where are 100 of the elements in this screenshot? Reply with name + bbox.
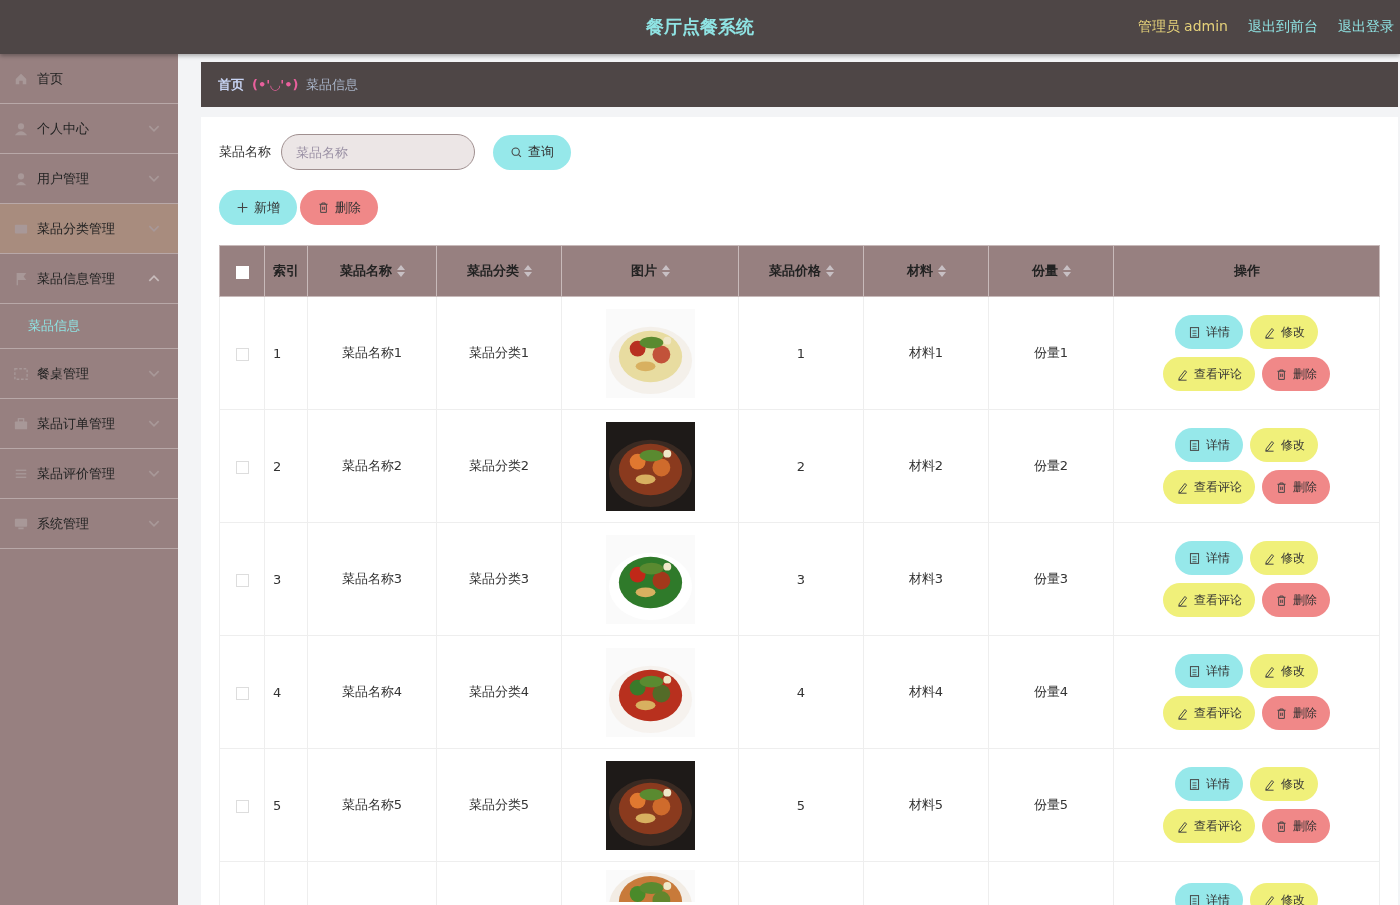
pencil-icon bbox=[1263, 438, 1276, 452]
column-title: 菜品价格 bbox=[768, 262, 821, 280]
detail-button[interactable]: 详情 bbox=[1175, 654, 1243, 688]
user-label: 管理员 admin bbox=[1137, 18, 1228, 36]
row-checkbox[interactable] bbox=[235, 573, 249, 587]
select-all-checkbox[interactable] bbox=[235, 265, 249, 279]
breadcrumb-current: 菜品信息 bbox=[306, 75, 359, 94]
document-icon bbox=[1188, 777, 1201, 791]
detail-button[interactable]: 详情 bbox=[1175, 315, 1243, 349]
sort-icon[interactable] bbox=[661, 265, 670, 277]
header-link[interactable]: 退出到前台 bbox=[1248, 18, 1318, 36]
sort-icon[interactable] bbox=[1062, 265, 1071, 277]
comments-button[interactable]: 查看评论 bbox=[1163, 357, 1255, 391]
add-button[interactable]: 新增 bbox=[219, 190, 297, 225]
table-cell: 5 bbox=[796, 797, 806, 813]
table-cell: 材料1 bbox=[908, 345, 944, 360]
column-header[interactable]: 菜品价格 bbox=[738, 245, 864, 297]
row-checkbox[interactable] bbox=[235, 347, 249, 361]
column-title: 操作 bbox=[1233, 262, 1260, 280]
trash-icon bbox=[1275, 593, 1288, 607]
search-label: 菜品名称 bbox=[219, 143, 271, 161]
column-header[interactable]: 图片 bbox=[561, 245, 739, 297]
sidebar-item[interactable]: 菜品分类管理 bbox=[0, 204, 178, 254]
search-icon bbox=[510, 145, 523, 159]
detail-button[interactable]: 详情 bbox=[1175, 541, 1243, 575]
table-cell: 份量2 bbox=[1033, 458, 1069, 473]
column-title: 图片 bbox=[630, 262, 657, 280]
column-header[interactable]: 菜品名称 bbox=[307, 245, 437, 297]
table-cell: 4 bbox=[273, 684, 282, 700]
pencil-icon bbox=[1176, 480, 1189, 494]
app-title: 餐厅点餐系统 bbox=[646, 15, 754, 39]
comments-button[interactable]: 查看评论 bbox=[1163, 470, 1255, 504]
delete-button[interactable]: 删除 bbox=[1262, 357, 1330, 391]
breadcrumb-link[interactable]: 首页 bbox=[218, 75, 244, 94]
delete-button[interactable]: 删除 bbox=[300, 190, 378, 225]
trash-icon bbox=[1275, 480, 1288, 494]
table-cell: 菜品名称2 bbox=[341, 458, 403, 473]
menu-item-icon bbox=[14, 416, 28, 431]
document-icon bbox=[1188, 325, 1201, 339]
sort-icon[interactable] bbox=[825, 265, 834, 277]
delete-button[interactable]: 删除 bbox=[1262, 583, 1330, 617]
sidebar-item[interactable]: 餐桌管理 bbox=[0, 349, 178, 399]
edit-button[interactable]: 修改 bbox=[1250, 654, 1318, 688]
sidebar-item[interactable]: 系统管理 bbox=[0, 499, 178, 549]
detail-button[interactable]: 详情 bbox=[1175, 428, 1243, 462]
table-cell: 菜品名称3 bbox=[341, 571, 403, 586]
table-cell: 菜品分类4 bbox=[468, 684, 530, 699]
table-cell: 材料2 bbox=[908, 458, 944, 473]
edit-button[interactable]: 修改 bbox=[1250, 541, 1318, 575]
sidebar-item[interactable]: 菜品信息管理 bbox=[0, 254, 178, 304]
table-cell: 2 bbox=[273, 458, 282, 474]
pencil-icon bbox=[1176, 819, 1189, 833]
comments-button[interactable]: 查看评论 bbox=[1163, 696, 1255, 730]
row-checkbox[interactable] bbox=[235, 460, 249, 474]
search-field[interactable]: 菜品名称 bbox=[281, 134, 475, 170]
column-header[interactable]: 份量 bbox=[988, 245, 1114, 297]
table-cell: 菜品名称5 bbox=[341, 797, 403, 812]
sidebar-item[interactable]: 个人中心 bbox=[0, 104, 178, 154]
column-title: 份量 bbox=[1031, 262, 1058, 280]
table-cell: 菜品名称1 bbox=[341, 345, 403, 360]
trash-icon bbox=[1275, 367, 1288, 381]
detail-button[interactable]: 详情 bbox=[1175, 883, 1243, 905]
edit-button[interactable]: 修改 bbox=[1250, 315, 1318, 349]
document-icon bbox=[1188, 664, 1201, 678]
column-header[interactable]: 材料 bbox=[863, 245, 989, 297]
table-cell: 4 bbox=[796, 684, 806, 700]
column-title: 索引 bbox=[273, 262, 299, 280]
sort-icon[interactable] bbox=[937, 265, 946, 277]
detail-button[interactable]: 详情 bbox=[1175, 767, 1243, 801]
table-cell: 2 bbox=[796, 458, 806, 474]
sort-icon[interactable] bbox=[523, 265, 532, 277]
sidebar-item[interactable]: 首页 bbox=[0, 54, 178, 104]
document-icon bbox=[1188, 438, 1201, 452]
table-cell: 份量4 bbox=[1033, 684, 1069, 699]
table-cell: 菜品分类2 bbox=[468, 458, 530, 473]
search-button[interactable]: 查询 bbox=[493, 134, 571, 170]
table-cell: 份量5 bbox=[1033, 797, 1069, 812]
table-cell: 份量3 bbox=[1033, 571, 1069, 586]
table-cell: 3 bbox=[273, 571, 282, 587]
table-cell: 3 bbox=[796, 571, 806, 587]
edit-button[interactable]: 修改 bbox=[1250, 428, 1318, 462]
sort-icon[interactable] bbox=[396, 265, 405, 277]
sidebar-item[interactable]: 菜品订单管理 bbox=[0, 399, 178, 449]
column-title: 菜品分类 bbox=[466, 262, 519, 280]
delete-button[interactable]: 删除 bbox=[1262, 470, 1330, 504]
delete-button[interactable]: 删除 bbox=[1262, 809, 1330, 843]
pencil-icon bbox=[1263, 664, 1276, 678]
comments-button[interactable]: 查看评论 bbox=[1163, 583, 1255, 617]
trash-icon bbox=[1275, 706, 1288, 720]
header-link[interactable]: 退出登录 bbox=[1338, 18, 1394, 36]
table-cell: 菜品分类1 bbox=[468, 345, 530, 360]
comments-button[interactable]: 查看评论 bbox=[1163, 809, 1255, 843]
edit-button[interactable]: 修改 bbox=[1250, 883, 1318, 905]
delete-button[interactable]: 删除 bbox=[1262, 696, 1330, 730]
edit-button[interactable]: 修改 bbox=[1250, 767, 1318, 801]
column-header[interactable]: 菜品分类 bbox=[436, 245, 562, 297]
row-checkbox[interactable] bbox=[235, 686, 249, 700]
row-checkbox[interactable] bbox=[235, 799, 249, 813]
menu-item-icon bbox=[14, 366, 28, 381]
sidebar-item[interactable]: 菜品评价管理 bbox=[0, 449, 178, 499]
